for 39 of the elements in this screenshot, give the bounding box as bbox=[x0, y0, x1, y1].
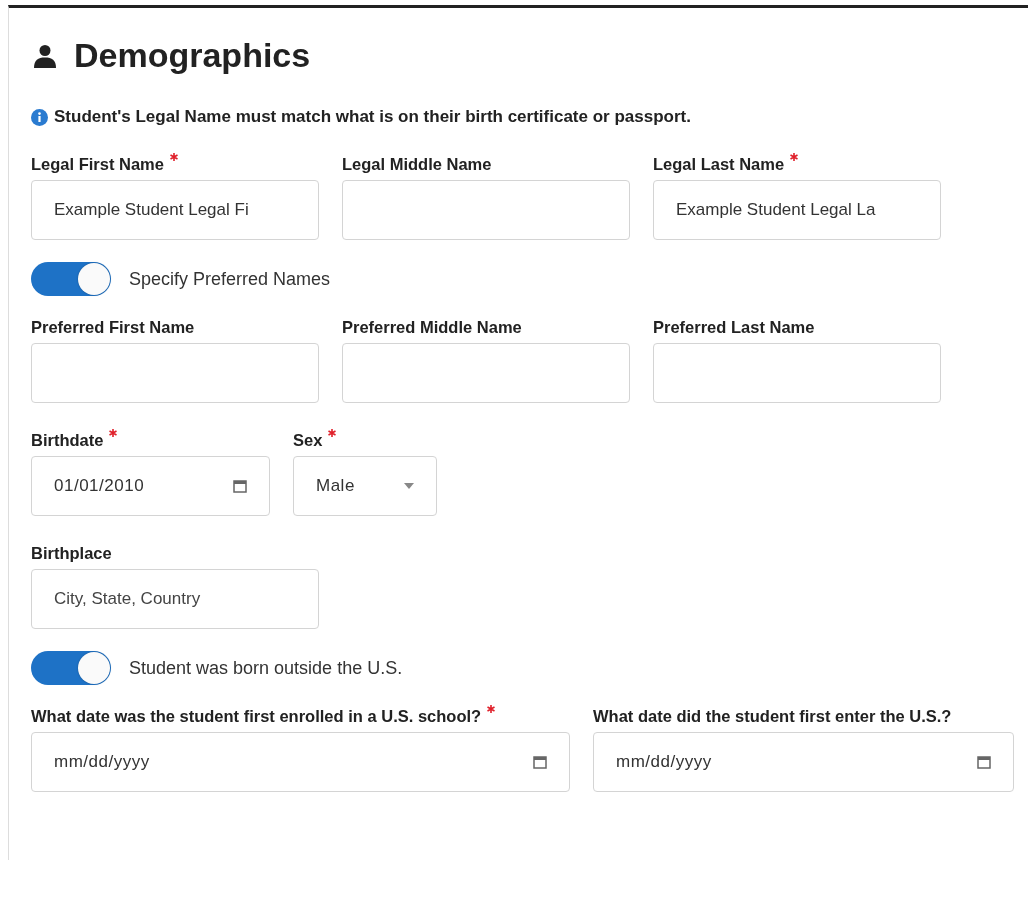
required-icon bbox=[169, 153, 178, 161]
text-field[interactable] bbox=[342, 343, 630, 403]
text-field[interactable] bbox=[653, 343, 941, 403]
toggle-switch[interactable] bbox=[31, 651, 111, 685]
toggle-label: Specify Preferred Names bbox=[129, 268, 331, 290]
text-field[interactable]: City, State, Country bbox=[31, 569, 319, 629]
required-icon bbox=[328, 429, 337, 437]
person-icon bbox=[34, 43, 56, 68]
field-label: Birthdate bbox=[31, 431, 104, 450]
text-field[interactable] bbox=[342, 180, 630, 240]
calendar-icon bbox=[977, 755, 991, 769]
caret-icon bbox=[404, 483, 414, 489]
toggle-switch[interactable] bbox=[31, 262, 111, 296]
text-field[interactable]: Example Student Legal La bbox=[653, 180, 941, 240]
select-field[interactable]: Male bbox=[293, 456, 437, 516]
info-icon bbox=[31, 108, 48, 126]
field-label: Birthplace bbox=[31, 544, 112, 563]
calendar-icon bbox=[233, 479, 247, 493]
section-title: Demographics bbox=[74, 36, 311, 75]
field-label: Legal Last Name bbox=[653, 155, 785, 174]
field-label: What date was the student first enrolled in a U.S. school? bbox=[31, 707, 482, 726]
required-icon bbox=[487, 705, 496, 713]
text-field[interactable]: Example Student Legal Fi bbox=[31, 180, 319, 240]
date-field[interactable]: mm/dd/yyyy bbox=[31, 732, 570, 792]
field-label: What date did the student first enter the U.S.? bbox=[593, 707, 952, 726]
required-icon bbox=[790, 153, 799, 161]
field-label: Sex bbox=[293, 431, 323, 450]
date-field[interactable]: mm/dd/yyyy bbox=[593, 732, 1014, 792]
text-field[interactable] bbox=[31, 343, 319, 403]
field-label: Legal First Name bbox=[31, 155, 164, 174]
date-field[interactable]: 01/01/2010 bbox=[31, 456, 270, 516]
toggle-label: Student was born outside the U.S. bbox=[129, 657, 403, 679]
field-label: Preferred First Name bbox=[31, 318, 195, 337]
field-label: Preferred Middle Name bbox=[342, 318, 522, 337]
field-label: Legal Middle Name bbox=[342, 155, 492, 174]
notice-text: Student's Legal Name must match what is on their birth certificate or passport. bbox=[54, 107, 691, 127]
required-icon bbox=[109, 429, 118, 437]
field-label: Preferred Last Name bbox=[653, 318, 815, 337]
calendar-icon bbox=[533, 755, 547, 769]
